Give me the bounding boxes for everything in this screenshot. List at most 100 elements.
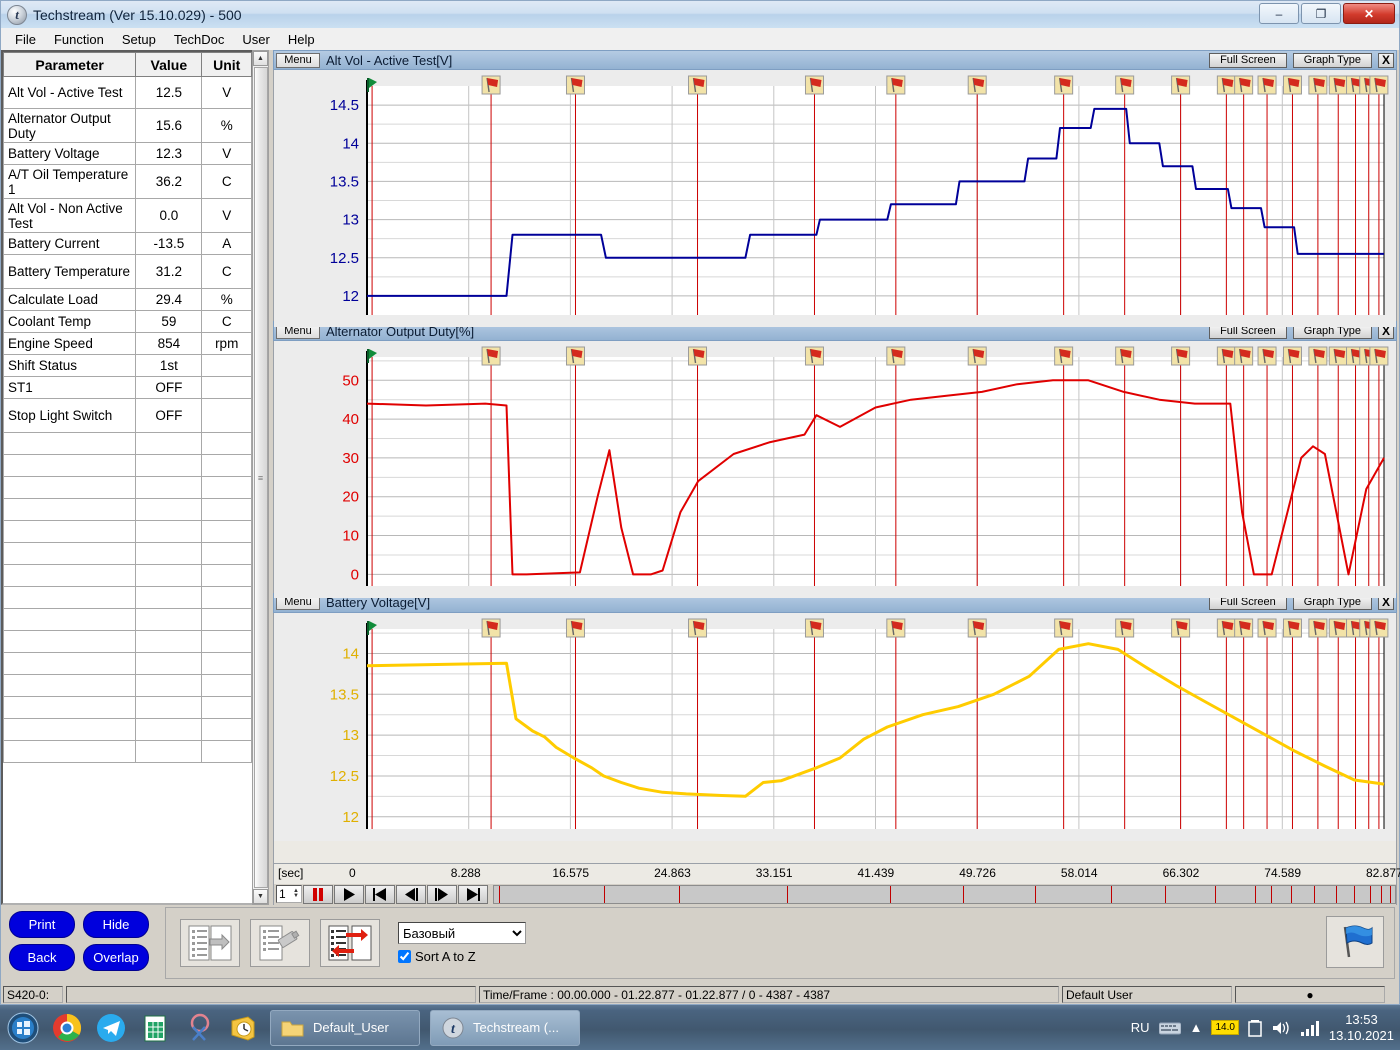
save-snapshot-icon[interactable] bbox=[250, 919, 310, 967]
table-row-empty[interactable] bbox=[3, 696, 252, 719]
maximize-button[interactable]: ❐ bbox=[1301, 3, 1341, 24]
table-row[interactable]: Alt Vol - Active Test 12.5 V bbox=[3, 76, 252, 109]
pause-button[interactable] bbox=[303, 884, 333, 904]
parameter-scrollbar[interactable]: ▲ ≡ ▼ bbox=[252, 50, 269, 905]
back-button[interactable]: Back bbox=[9, 944, 75, 971]
table-row[interactable]: Alternator Output Duty 15.6% bbox=[3, 108, 252, 143]
table-row-empty[interactable] bbox=[3, 564, 252, 587]
table-row-empty[interactable] bbox=[3, 652, 252, 675]
graph-menu-button-1[interactable]: Menu bbox=[276, 52, 320, 68]
menu-item-techdoc[interactable]: TechDoc bbox=[166, 30, 233, 49]
excel-icon[interactable] bbox=[138, 1011, 172, 1045]
taskbar-item-techstream[interactable]: t Techstream (... bbox=[430, 1009, 580, 1046]
frame-spinner[interactable]: 1 ▲ ▼ bbox=[276, 885, 302, 904]
table-row[interactable]: Battery Temperature 31.2 C bbox=[3, 254, 252, 289]
graph-plot-area-2[interactable]: 0 10 20 30 40 50 bbox=[273, 341, 1397, 599]
table-row[interactable]: ST1 OFF bbox=[3, 376, 252, 399]
sort-checkbox[interactable] bbox=[398, 950, 411, 963]
tray-language[interactable]: RU bbox=[1131, 1020, 1150, 1035]
table-row[interactable]: Coolant Temp 59 C bbox=[3, 310, 252, 333]
timeline-scroll-strip[interactable] bbox=[493, 884, 1396, 904]
compare-lists-icon[interactable] bbox=[180, 919, 240, 967]
timeline-marker bbox=[962, 885, 964, 903]
snipping-tool-icon[interactable] bbox=[182, 1011, 216, 1045]
swap-lists-icon[interactable] bbox=[320, 919, 380, 967]
table-row[interactable]: Battery Voltage 12.3 V bbox=[3, 142, 252, 165]
sort-checkbox-label: Sort A to Z bbox=[415, 949, 476, 964]
step-forward-button[interactable] bbox=[427, 884, 457, 904]
outlook-icon[interactable] bbox=[226, 1011, 260, 1045]
graph-panel-alternator-duty: Menu Alternator Output Duty[%] Full Scre… bbox=[273, 321, 1397, 599]
time-axis-tick: 74.589 bbox=[1264, 865, 1301, 880]
play-button[interactable] bbox=[334, 884, 364, 904]
column-header-unit[interactable]: Unit bbox=[201, 52, 252, 77]
table-row-empty[interactable] bbox=[3, 674, 252, 697]
timeline-marker bbox=[1336, 885, 1338, 903]
telegram-icon[interactable] bbox=[94, 1011, 128, 1045]
table-row[interactable]: Stop Light Switch OFF bbox=[3, 398, 252, 433]
volume-icon[interactable] bbox=[1271, 1019, 1291, 1037]
graph-type-button-1[interactable]: Graph Type bbox=[1292, 52, 1372, 68]
full-screen-button-1[interactable]: Full Screen bbox=[1209, 52, 1287, 68]
timeline-marker bbox=[678, 885, 680, 903]
menu-item-setup[interactable]: Setup bbox=[114, 30, 164, 49]
table-row-empty[interactable] bbox=[3, 476, 252, 499]
skip-to-end-button[interactable] bbox=[458, 884, 488, 904]
close-graph-button-1[interactable]: X bbox=[1378, 52, 1394, 68]
table-row-empty[interactable] bbox=[3, 498, 252, 521]
mode-select[interactable]: Базовый bbox=[398, 922, 526, 944]
scroll-up-icon[interactable]: ▲ bbox=[253, 51, 268, 66]
taskbar-item-default-user[interactable]: Default_User bbox=[270, 1009, 420, 1046]
scrollbar-thumb[interactable]: ≡ bbox=[253, 67, 268, 888]
svg-text:0: 0 bbox=[351, 567, 359, 584]
windows-start-icon[interactable] bbox=[6, 1011, 40, 1045]
table-row-empty[interactable] bbox=[3, 454, 252, 477]
table-row-empty[interactable] bbox=[3, 586, 252, 609]
table-row[interactable]: A/T Oil Temperature 1 36.2 C bbox=[3, 164, 252, 199]
column-header-parameter[interactable]: Parameter bbox=[3, 52, 137, 77]
table-row-empty[interactable] bbox=[3, 608, 252, 631]
hide-button[interactable]: Hide bbox=[83, 911, 149, 938]
skip-to-start-button[interactable] bbox=[365, 884, 395, 904]
spinner-arrows-icon[interactable]: ▲ ▼ bbox=[293, 888, 299, 899]
show-hidden-icons-icon[interactable]: ▲ bbox=[1190, 1020, 1203, 1035]
table-row[interactable]: Engine Speed 854 rpm bbox=[3, 332, 252, 355]
step-back-button[interactable] bbox=[396, 884, 426, 904]
sort-checkbox-row[interactable]: Sort A to Z bbox=[398, 949, 526, 964]
minimize-button[interactable]: – bbox=[1259, 3, 1299, 24]
param-value: 854 bbox=[135, 332, 203, 355]
table-row-empty[interactable] bbox=[3, 432, 252, 455]
menu-item-help[interactable]: Help bbox=[280, 30, 323, 49]
table-row[interactable]: Alt Vol - Non Active Test 0.0 V bbox=[3, 198, 252, 233]
timeline-marker bbox=[1291, 885, 1293, 903]
column-header-value[interactable]: Value bbox=[135, 52, 203, 77]
menu-item-user[interactable]: User bbox=[234, 30, 277, 49]
time-axis-tick: 82.877 bbox=[1366, 865, 1400, 880]
overlap-button[interactable]: Overlap bbox=[83, 944, 149, 971]
menu-item-function[interactable]: Function bbox=[46, 30, 112, 49]
battery-icon[interactable] bbox=[1248, 1018, 1262, 1038]
print-button[interactable]: Print bbox=[9, 911, 75, 938]
parameter-grid[interactable]: Parameter Value Unit Alt Vol - Active Te… bbox=[1, 50, 252, 905]
close-button[interactable]: ✕ bbox=[1343, 3, 1395, 24]
keyboard-icon[interactable] bbox=[1158, 1021, 1181, 1035]
table-row[interactable]: Shift Status 1st bbox=[3, 354, 252, 377]
graph-plot-area-3[interactable]: 12 12.5 13 13.5 14 bbox=[273, 612, 1397, 864]
table-row-empty[interactable] bbox=[3, 740, 252, 763]
table-row-empty[interactable] bbox=[3, 520, 252, 543]
table-row-empty[interactable] bbox=[3, 630, 252, 653]
voltage-badge[interactable]: 14.0 bbox=[1211, 1020, 1239, 1035]
table-row-empty[interactable] bbox=[3, 542, 252, 565]
taskbar-clock[interactable]: 13:53 13.10.2021 bbox=[1329, 1012, 1394, 1044]
menu-item-file[interactable]: File bbox=[7, 30, 44, 49]
timeline-marker bbox=[1255, 885, 1257, 903]
chrome-icon[interactable] bbox=[50, 1011, 84, 1045]
blue-flag-icon[interactable] bbox=[1326, 916, 1384, 968]
graph-plot-area-1[interactable]: 12 12.5 13 13.5 14 14.5 bbox=[273, 70, 1397, 327]
signal-icon[interactable] bbox=[1300, 1019, 1320, 1037]
table-row[interactable]: Calculate Load 29.4% bbox=[3, 288, 252, 311]
param-name: Battery Temperature bbox=[3, 254, 137, 289]
table-row-empty[interactable] bbox=[3, 718, 252, 741]
scroll-down-icon[interactable]: ▼ bbox=[253, 889, 268, 904]
table-row[interactable]: Battery Current -13.5 A bbox=[3, 232, 252, 255]
